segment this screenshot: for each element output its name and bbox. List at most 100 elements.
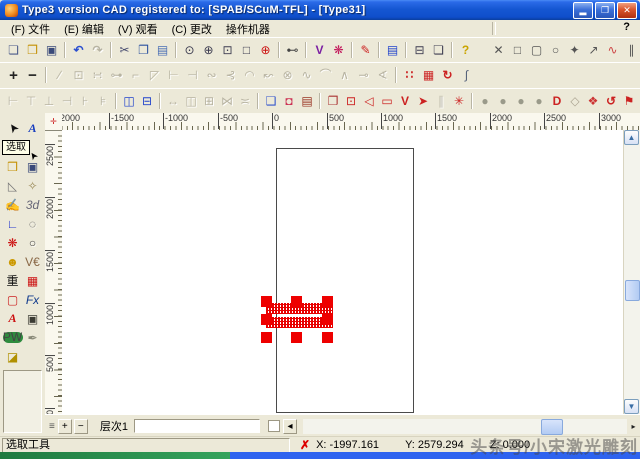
disabled-tool-icon[interactable]: ∿ [297, 64, 316, 86]
red-arrow-icon[interactable]: ➤ [414, 90, 432, 112]
selection-handle[interactable] [322, 332, 333, 343]
add-layer-button[interactable]: + [58, 419, 72, 434]
scroll-up-button[interactable]: ▲ [624, 130, 639, 145]
open-file-icon[interactable]: ❒ [23, 39, 42, 61]
red-a-icon[interactable]: A [3, 309, 23, 328]
add-point-icon[interactable]: + [4, 64, 23, 86]
shape-preset-icon[interactable]: ● [530, 90, 548, 112]
help-icon[interactable]: ? [456, 39, 475, 61]
save-icon[interactable]: ▣ [42, 39, 61, 61]
new-file-icon[interactable]: ❏ [4, 39, 23, 61]
overlap-copy-icon[interactable]: ❐ [324, 90, 342, 112]
menu-file[interactable]: (F) 文件 [4, 20, 57, 38]
red-rect-icon[interactable]: ▭ [378, 90, 396, 112]
hatch-disabled-icon[interactable]: ∥ [432, 90, 450, 112]
align-center-h-icon[interactable]: ⊧ [94, 90, 112, 112]
disabled-tool-icon[interactable]: ⌐ [126, 64, 145, 86]
distribute-h-icon[interactable]: ↔ [164, 90, 182, 112]
align-bottom-icon[interactable]: ⊥ [40, 90, 58, 112]
freehand-icon[interactable]: ✍ [3, 195, 23, 214]
scroll-right-button[interactable]: ▸ [627, 419, 640, 434]
disabled-tool-icon[interactable]: ⌒ [316, 64, 335, 86]
menu-machine[interactable]: 操作机器 [219, 20, 277, 38]
scroll-down-button[interactable]: ▼ [624, 399, 639, 414]
center-page-v-icon[interactable]: ⊟ [138, 90, 156, 112]
ve-tool-icon[interactable]: V€ [23, 252, 43, 271]
face-icon[interactable]: ☻ [3, 252, 23, 271]
align-center-v-icon[interactable]: ⊦ [76, 90, 94, 112]
zoom-red-icon[interactable]: ⊕ [256, 39, 275, 61]
ellipse-tool-icon[interactable]: ○ [636, 39, 640, 61]
red-grid-icon[interactable]: ▦ [23, 271, 43, 290]
selected-text-object[interactable] [261, 296, 333, 343]
circle-disabled-icon[interactable]: ◌ [23, 214, 43, 233]
corner-tool-icon[interactable]: ∟ [3, 214, 23, 233]
camera-icon[interactable]: ▣ [23, 309, 43, 328]
copy-icon[interactable]: ❐ [134, 39, 153, 61]
pinwheel-icon[interactable]: ❋ [3, 233, 23, 252]
vertical-scrollbar[interactable]: ▲ ▼ [623, 130, 640, 414]
align-top-icon[interactable]: ⊤ [22, 90, 40, 112]
disabled-tool-icon[interactable]: ⊢ [164, 64, 183, 86]
zoom-in-icon[interactable]: ⊕ [199, 39, 218, 61]
arrow-tool-icon[interactable]: ↗ [584, 39, 603, 61]
selection-handle[interactable] [291, 296, 302, 307]
rounded-rect-tool-icon[interactable]: ▢ [527, 39, 546, 61]
horizontal-scrollbar[interactable] [303, 419, 627, 434]
back-shape-icon[interactable]: ◁ [360, 90, 378, 112]
join-icon[interactable]: ⋈ [218, 90, 236, 112]
open-file-icon[interactable]: ❒ [3, 157, 23, 176]
paste-icon[interactable]: ▤ [153, 39, 172, 61]
spiral-d-icon[interactable]: D [548, 90, 566, 112]
disabled-tool-icon[interactable]: ∺ [88, 64, 107, 86]
scroll-left-button[interactable]: ◂ [283, 419, 297, 434]
layer-checkbox[interactable] [268, 420, 280, 432]
pw-tool-icon[interactable]: PW [3, 332, 23, 343]
corner-square-icon[interactable]: ⊡ [342, 90, 360, 112]
text-v-icon[interactable]: V [310, 39, 329, 61]
selection-handle[interactable] [261, 314, 272, 325]
hat-tool-icon[interactable]: ◪ [3, 347, 23, 366]
disabled-tool-icon[interactable]: ∾ [202, 64, 221, 86]
magic-wand-icon[interactable]: ✧ [23, 176, 43, 195]
3d-tool-icon[interactable]: 3d [23, 195, 43, 214]
undo-icon[interactable]: ↶ [69, 39, 88, 61]
remove-layer-button[interactable]: − [74, 419, 88, 434]
chinese-char-icon[interactable]: 重 [3, 271, 23, 290]
minimize-button[interactable]: ▂ [573, 2, 593, 19]
menu-view[interactable]: (V) 观看 [111, 20, 165, 38]
note-icon[interactable]: ◘ [280, 90, 298, 112]
help-menu[interactable]: ? [623, 21, 630, 33]
space-evenly-icon[interactable]: ⊞ [200, 90, 218, 112]
template-icon[interactable]: ❑ [262, 90, 280, 112]
quill-icon[interactable]: ✒ [23, 328, 43, 347]
disabled-tool-icon[interactable]: ∧ [335, 64, 354, 86]
red-frame-icon[interactable]: ▢ [3, 290, 23, 309]
zoom-object-icon[interactable]: ⊡ [218, 39, 237, 61]
selection-handle[interactable] [261, 332, 272, 343]
array-copy-icon[interactable]: ∷ [400, 64, 419, 86]
print-preview-icon[interactable]: ❏ [429, 39, 448, 61]
flower-pattern-icon[interactable]: ❋ [329, 39, 348, 61]
node-edit-icon[interactable]: ⊡ [69, 64, 88, 86]
disabled-tool-icon[interactable]: ◸ [145, 64, 164, 86]
red-v-icon[interactable]: V [396, 90, 414, 112]
film-icon[interactable]: ▤ [298, 90, 316, 112]
shape-preset-icon[interactable]: ● [476, 90, 494, 112]
align-left-icon[interactable]: ⊢ [4, 90, 22, 112]
selection-handle[interactable] [322, 296, 333, 307]
shape-preset-icon[interactable]: ● [512, 90, 530, 112]
delete-node-icon[interactable]: ✕ [489, 39, 508, 61]
match-size-icon[interactable]: ≍ [236, 90, 254, 112]
disabled-tool-icon[interactable]: ∢ [373, 64, 392, 86]
polygon-tool-icon[interactable]: ○ [546, 39, 565, 61]
pentagon-outline-icon[interactable]: ◇ [566, 90, 584, 112]
align-right-icon[interactable]: ⊣ [58, 90, 76, 112]
close-button[interactable]: ✕ [617, 2, 637, 19]
cut-icon[interactable]: ✂ [115, 39, 134, 61]
selection-handle[interactable] [322, 314, 333, 325]
measure-icon[interactable]: ⊷ [283, 39, 302, 61]
diamond-group-icon[interactable]: ❖ [584, 90, 602, 112]
center-page-h-icon[interactable]: ◫ [120, 90, 138, 112]
text-tool-icon[interactable]: A [23, 119, 43, 138]
